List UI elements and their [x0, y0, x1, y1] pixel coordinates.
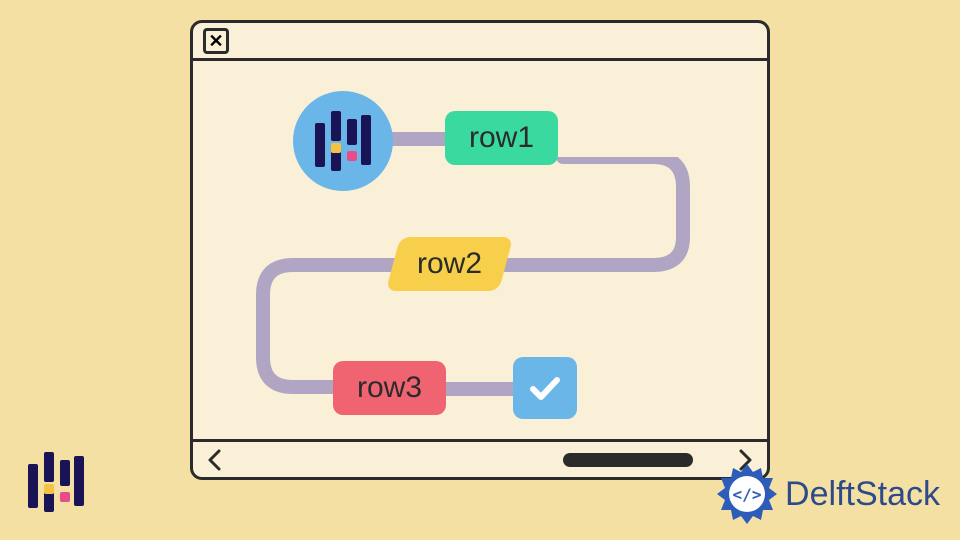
diagram-canvas: row1 row2 row3	[193, 61, 767, 439]
delftstack-gear-icon: </>	[715, 462, 779, 526]
brand-name: DelftStack	[785, 475, 940, 514]
app-window: ✕ row1	[190, 20, 770, 480]
scroll-left-button[interactable]	[201, 446, 229, 474]
start-node	[293, 91, 393, 191]
svg-text:</>: </>	[733, 485, 762, 504]
node-row2: row2	[386, 237, 514, 291]
node-row3: row3	[333, 361, 446, 415]
end-node	[513, 357, 577, 419]
close-icon: ✕	[208, 32, 223, 50]
connector-row1-to-row2	[493, 157, 693, 277]
node-row3-label: row3	[357, 371, 422, 405]
node-row1: row1	[445, 111, 558, 165]
scroll-track[interactable]	[237, 453, 723, 467]
chevron-left-icon	[205, 448, 225, 472]
pandas-logo-icon	[315, 111, 371, 171]
node-row1-label: row1	[469, 121, 534, 155]
titlebar: ✕	[193, 23, 767, 61]
pandas-corner-logo-icon	[28, 452, 84, 518]
node-row2-label: row2	[417, 247, 482, 281]
brand-footer: </> DelftStack	[715, 462, 940, 526]
close-button[interactable]: ✕	[203, 28, 229, 54]
scroll-thumb[interactable]	[563, 453, 693, 467]
scrollbar	[193, 439, 767, 477]
check-icon	[525, 368, 565, 408]
